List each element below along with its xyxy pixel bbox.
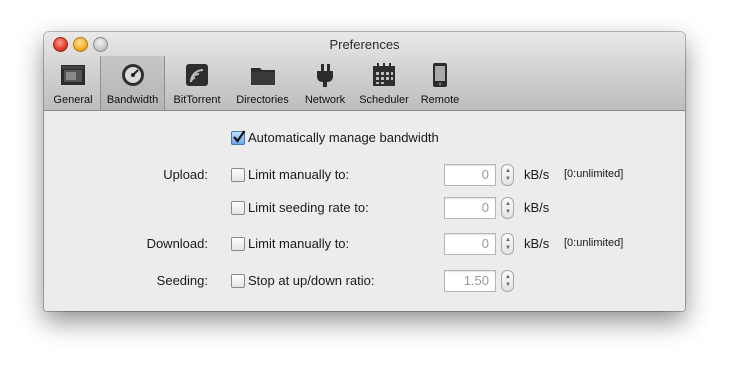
stepper-up-icon[interactable]: ▲ xyxy=(505,201,511,207)
folder-icon xyxy=(250,68,275,85)
tab-directories[interactable]: Directories xyxy=(231,56,294,110)
tab-bandwidth[interactable]: Bandwidth xyxy=(100,56,165,110)
ratio-field[interactable] xyxy=(444,270,496,292)
preferences-window: Preferences General Bandwidth BitTorrent… xyxy=(44,32,685,311)
stop-at-ratio-checkbox[interactable] xyxy=(231,274,245,288)
tab-label: Scheduler xyxy=(359,94,409,106)
upload-limit-manually-checkbox[interactable] xyxy=(231,168,245,182)
tab-remote[interactable]: Remote xyxy=(416,56,464,110)
download-limit-manually-checkbox[interactable] xyxy=(231,237,245,251)
upload-limit-manually-label: Limit manually to: xyxy=(248,167,350,182)
bittorrent-icon xyxy=(186,64,208,86)
titlebar-toolbar: Preferences General Bandwidth BitTorrent… xyxy=(44,32,685,111)
tab-network[interactable]: Network xyxy=(298,56,352,110)
stepper-up-icon[interactable]: ▲ xyxy=(505,168,511,174)
seeding-rate-input[interactable] xyxy=(445,198,493,216)
upload-label: Upload: xyxy=(163,167,208,182)
calendar-icon xyxy=(373,63,395,86)
phone-icon xyxy=(433,63,447,87)
gauge-icon xyxy=(121,64,144,86)
upload-limit-hint: [0:unlimited] xyxy=(564,168,624,180)
plug-icon xyxy=(317,64,333,87)
tab-label: Remote xyxy=(420,94,460,106)
stepper-up-icon[interactable]: ▲ xyxy=(505,274,511,280)
tab-general[interactable]: General xyxy=(49,56,97,110)
upload-limit-unit: kB/s xyxy=(524,167,550,182)
upload-limit-input[interactable] xyxy=(445,165,493,183)
tab-scheduler[interactable]: Scheduler xyxy=(355,56,413,110)
tab-label: Directories xyxy=(236,94,289,106)
seeding-rate-field[interactable] xyxy=(444,197,496,219)
stepper-down-icon[interactable]: ▼ xyxy=(505,282,511,288)
limit-seeding-rate-label: Limit seeding rate to: xyxy=(248,200,369,215)
tab-label: General xyxy=(53,94,93,106)
seeding-rate-stepper[interactable]: ▲ ▼ xyxy=(501,197,514,219)
auto-manage-bandwidth-label: Automatically manage bandwidth xyxy=(248,130,439,145)
seeding-label: Seeding: xyxy=(156,273,208,288)
download-limit-stepper[interactable]: ▲ ▼ xyxy=(501,233,514,255)
upload-limit-field[interactable] xyxy=(444,164,496,186)
window-title: Preferences xyxy=(329,37,400,52)
general-icon xyxy=(61,65,85,85)
download-limit-manually-label: Limit manually to: xyxy=(248,236,350,251)
download-limit-hint: [0:unlimited] xyxy=(564,237,624,249)
auto-manage-bandwidth-checkbox[interactable] xyxy=(231,130,246,145)
stop-at-ratio-label: Stop at up/down ratio: xyxy=(248,273,375,288)
download-label: Download: xyxy=(146,236,208,251)
checkmark-icon xyxy=(233,130,246,143)
download-limit-input[interactable] xyxy=(445,234,493,252)
upload-limit-stepper[interactable]: ▲ ▼ xyxy=(501,164,514,186)
tab-label: BitTorrent xyxy=(173,94,221,106)
tab-label: Bandwidth xyxy=(106,94,159,106)
tab-label: Network xyxy=(304,94,346,106)
stepper-down-icon[interactable]: ▼ xyxy=(505,176,511,182)
ratio-input[interactable] xyxy=(445,271,493,289)
stepper-down-icon[interactable]: ▼ xyxy=(505,209,511,215)
tab-bittorrent[interactable]: BitTorrent xyxy=(167,56,227,110)
stepper-up-icon[interactable]: ▲ xyxy=(505,237,511,243)
stepper-down-icon[interactable]: ▼ xyxy=(505,245,511,251)
seeding-rate-unit: kB/s xyxy=(524,200,550,215)
download-limit-unit: kB/s xyxy=(524,236,550,251)
bandwidth-pane: Automatically manage bandwidth Upload: L… xyxy=(44,111,685,311)
limit-seeding-rate-checkbox[interactable] xyxy=(231,201,245,215)
download-limit-field[interactable] xyxy=(444,233,496,255)
ratio-stepper[interactable]: ▲ ▼ xyxy=(501,270,514,292)
